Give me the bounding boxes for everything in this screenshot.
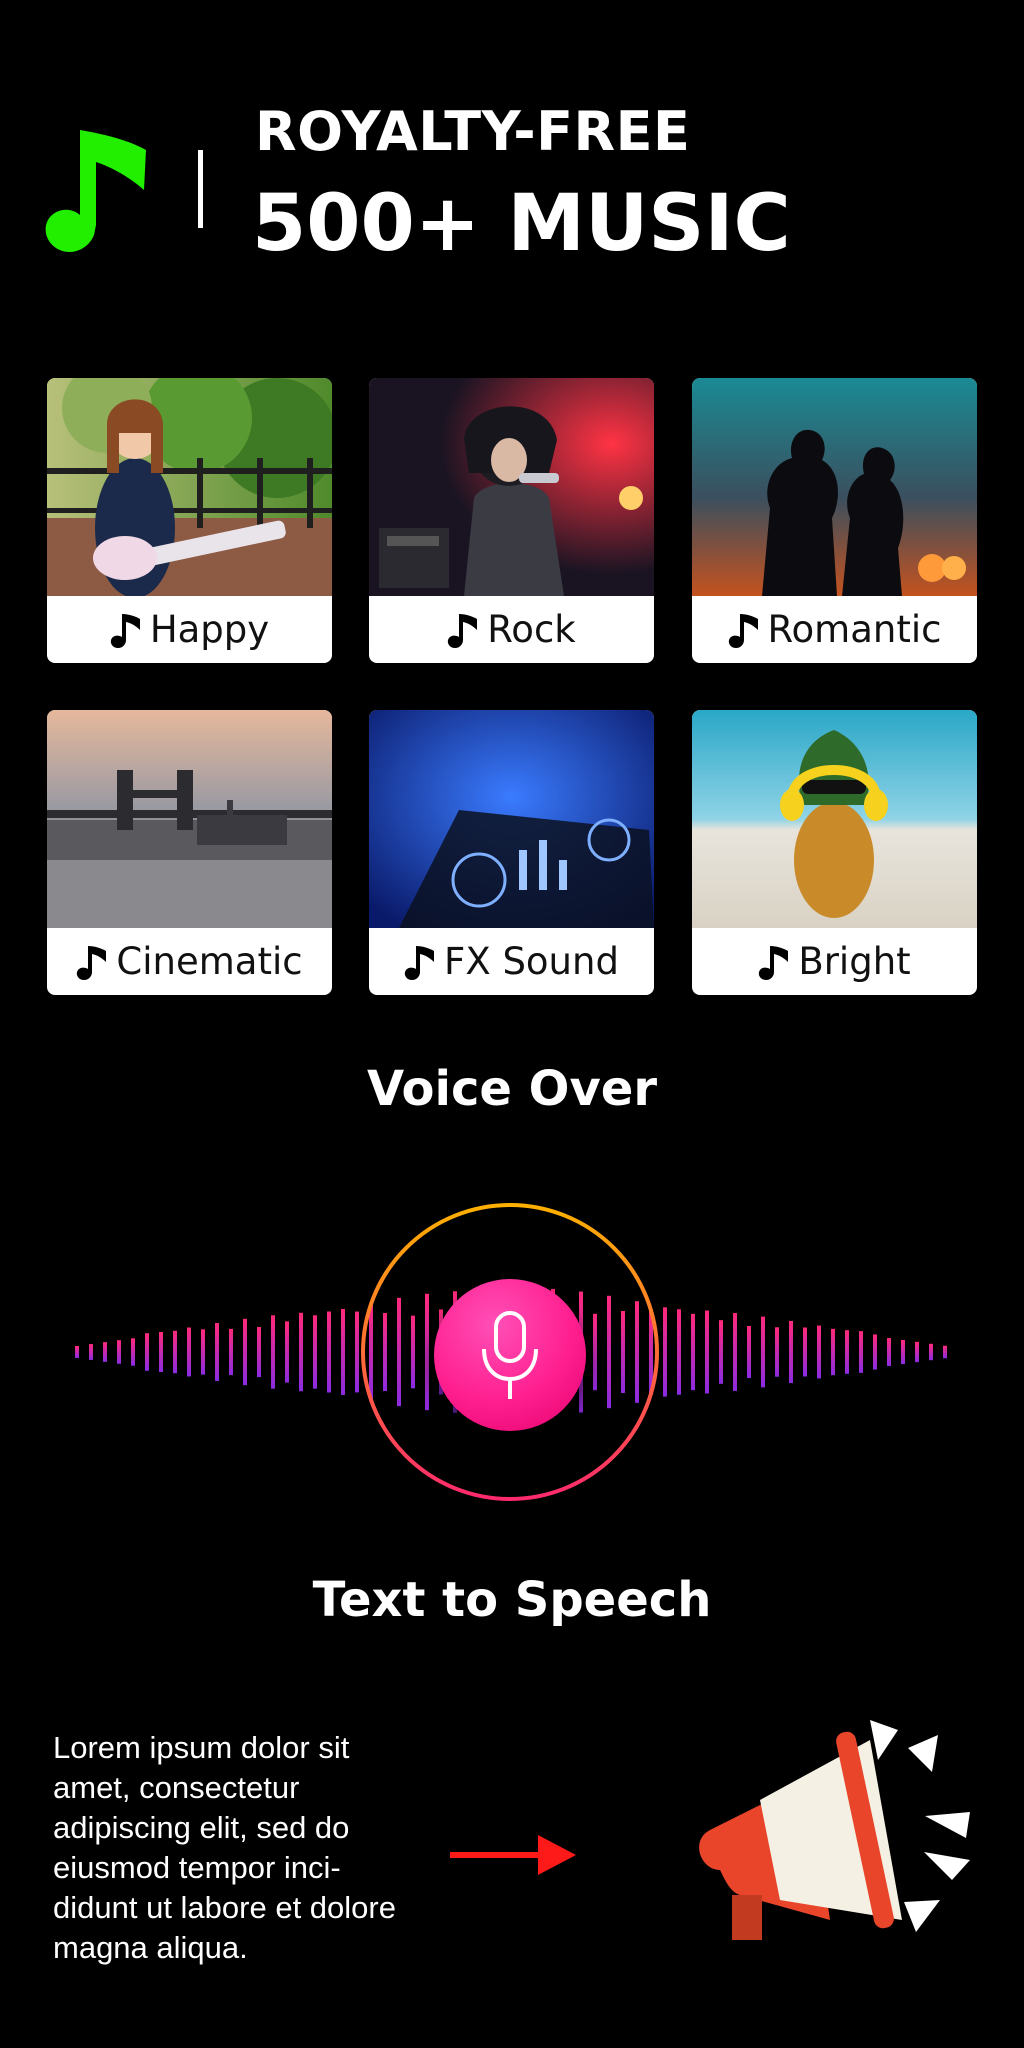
waveform-bar — [243, 1318, 247, 1386]
waveform-bar — [789, 1320, 793, 1384]
waveform-bar — [285, 1321, 289, 1383]
genre-label: Romantic — [767, 608, 942, 651]
music-note-icon — [448, 613, 478, 648]
microphone-button[interactable] — [434, 1279, 586, 1431]
waveform-bar — [271, 1315, 275, 1389]
waveform-bar — [131, 1338, 135, 1366]
waveform-bar — [411, 1315, 415, 1389]
genre-grid: Happy Rock Romantic Cinematic FX Sound B… — [47, 378, 977, 996]
waveform-bar — [705, 1310, 709, 1394]
genre-label: FX Sound — [444, 940, 619, 983]
genre-card-cinematic[interactable]: Cinematic — [47, 710, 332, 995]
waveform-bar — [355, 1311, 359, 1393]
waveform-bar — [775, 1327, 779, 1377]
waveform-bar — [887, 1338, 891, 1366]
genre-photo-happy — [47, 378, 332, 596]
genre-label-row: FX Sound — [369, 928, 654, 995]
header-divider — [198, 150, 203, 228]
text-to-speech-heading: Text to Speech — [312, 1572, 712, 1628]
waveform-bar — [859, 1331, 863, 1373]
waveform-bar — [803, 1327, 807, 1377]
microphone-icon — [482, 1311, 538, 1399]
waveform-bar — [915, 1341, 919, 1363]
waveform-bar — [159, 1331, 163, 1373]
voice-over-heading: Voice Over — [367, 1061, 657, 1117]
waveform-bar — [103, 1342, 107, 1362]
genre-card-bright[interactable]: Bright — [692, 710, 977, 995]
genre-card-happy[interactable]: Happy — [47, 378, 332, 663]
waveform-bar — [873, 1334, 877, 1370]
music-note-icon — [404, 945, 435, 980]
waveform-bar — [145, 1333, 149, 1371]
music-note-icon — [77, 945, 107, 980]
waveform-bar — [187, 1327, 191, 1377]
music-note-icon — [728, 613, 758, 648]
waveform-bar — [327, 1311, 331, 1393]
music-note-icon — [110, 613, 140, 648]
waveform-bar — [845, 1330, 849, 1374]
waveform-bar — [299, 1312, 303, 1392]
header-subtitle: ROYALTY-FREE — [255, 100, 691, 163]
genre-photo-rock — [369, 378, 654, 596]
genre-photo-cinematic — [47, 710, 332, 928]
waveform-bar — [901, 1339, 905, 1365]
waveform-bar — [929, 1343, 933, 1361]
waveform-bar — [383, 1313, 387, 1391]
waveform-bar — [747, 1325, 751, 1379]
genre-label: Bright — [798, 940, 911, 983]
waveform-bar — [257, 1326, 261, 1378]
waveform-bar — [201, 1329, 205, 1375]
music-note-icon — [759, 945, 789, 980]
waveform-bar — [733, 1313, 737, 1391]
waveform-bar — [425, 1293, 429, 1411]
waveform-bar — [719, 1320, 723, 1384]
waveform-bar — [117, 1340, 121, 1364]
waveform-bar — [229, 1328, 233, 1376]
arrow-right-icon — [450, 1835, 576, 1875]
hero-header: ROYALTY-FREE 500+ MUSIC — [0, 0, 1024, 300]
genre-label: Happy — [149, 608, 270, 651]
genre-photo-bright — [692, 710, 977, 928]
waveform-bar — [691, 1313, 695, 1391]
genre-label: Rock — [487, 608, 576, 651]
genre-label-row: Romantic — [692, 596, 977, 663]
waveform-bar — [663, 1307, 667, 1397]
genre-card-fx-sound[interactable]: FX Sound — [369, 710, 654, 995]
waveform-bar — [817, 1325, 821, 1379]
waveform-bar — [621, 1310, 625, 1394]
music-note-icon — [45, 130, 147, 252]
waveform-bar — [397, 1297, 401, 1407]
waveform-bar — [831, 1328, 835, 1376]
genre-card-rock[interactable]: Rock — [369, 378, 654, 663]
waveform-bar — [173, 1330, 177, 1374]
genre-label-row: Bright — [692, 928, 977, 995]
waveform-bar — [341, 1309, 345, 1395]
genre-card-romantic[interactable]: Romantic — [692, 378, 977, 663]
genre-photo-romantic — [692, 378, 977, 596]
waveform-bar — [761, 1316, 765, 1388]
genre-label: Cinematic — [116, 940, 303, 983]
genre-label-row: Cinematic — [47, 928, 332, 995]
megaphone-icon — [699, 1720, 970, 1940]
waveform-bar — [607, 1295, 611, 1409]
genre-photo-fx-sound — [369, 710, 654, 928]
waveform-bar — [75, 1346, 79, 1358]
waveform-bar — [593, 1313, 597, 1391]
waveform-bar — [369, 1303, 373, 1401]
waveform-bar — [677, 1309, 681, 1395]
genre-label-row: Happy — [47, 596, 332, 663]
header-title: 500+ MUSIC — [252, 179, 791, 269]
tts-sample-text: Lorem ipsum dolor sit amet, consectetur … — [53, 1730, 396, 1965]
waveform-bar — [943, 1345, 947, 1359]
waveform-bar — [215, 1323, 219, 1381]
genre-label-row: Rock — [369, 596, 654, 663]
waveform-bar — [635, 1301, 639, 1403]
waveform-bar — [89, 1344, 93, 1360]
waveform-bar — [313, 1315, 317, 1389]
